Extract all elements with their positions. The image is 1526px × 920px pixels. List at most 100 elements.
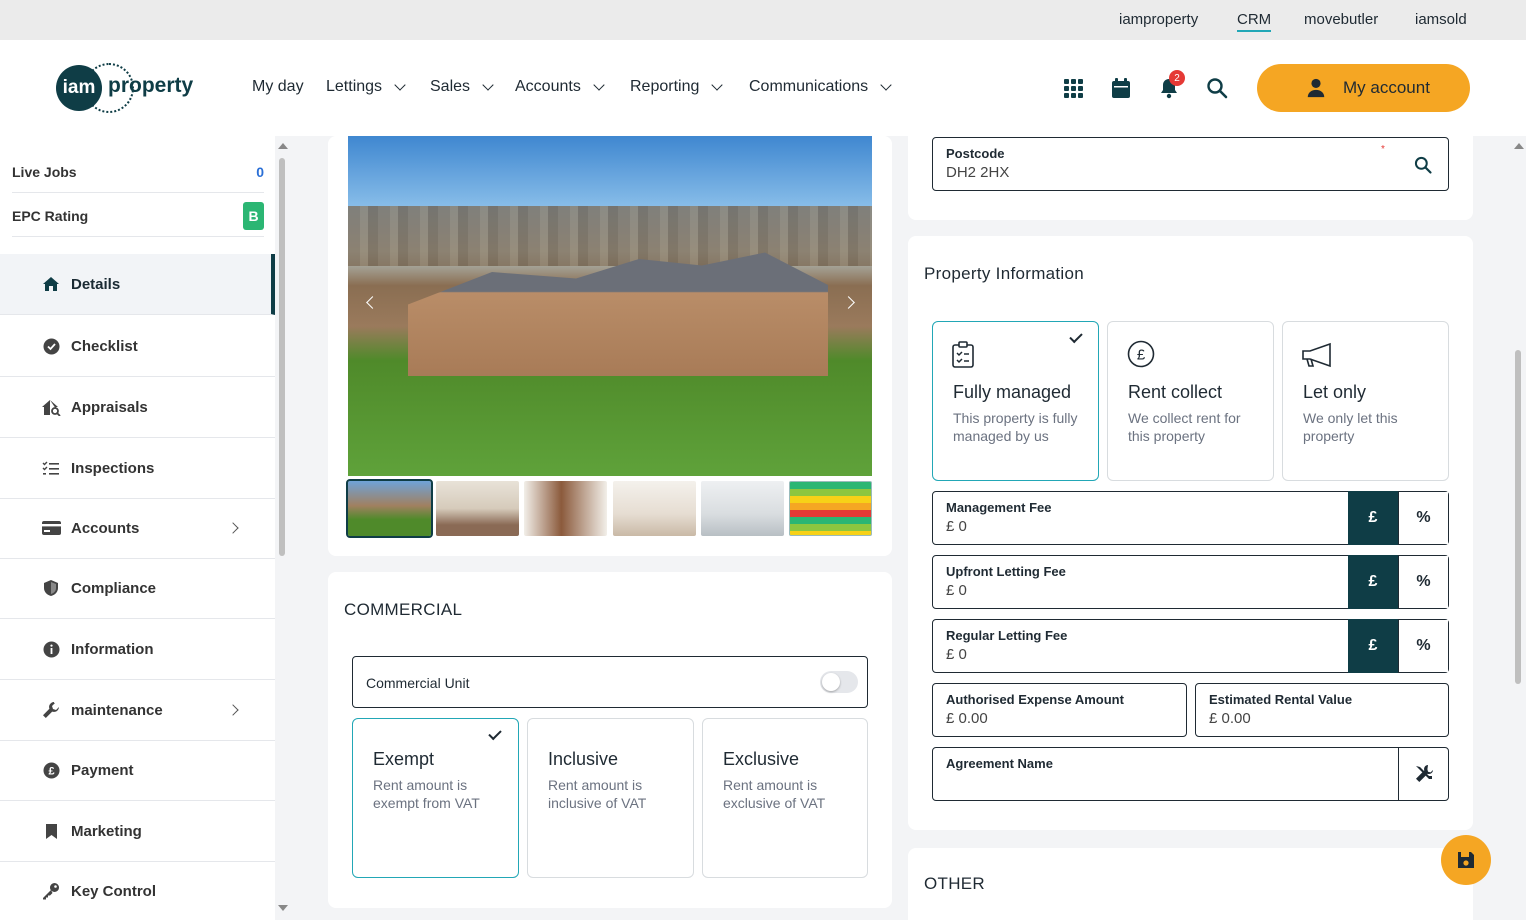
nav-sales[interactable]: Sales (430, 78, 494, 96)
sidebar-scroll-up-arrow[interactable] (278, 143, 288, 149)
postcode-search-icon[interactable] (1413, 155, 1433, 175)
property-main-photo[interactable] (348, 136, 872, 476)
bookmark-icon (40, 822, 62, 840)
page-scrollbar[interactable] (1515, 350, 1521, 684)
commercial-unit-label: Commercial Unit (366, 675, 470, 691)
vat-option-title: Exempt (373, 749, 435, 769)
nav-my-day[interactable]: My day (252, 78, 304, 96)
my-account-button[interactable]: My account (1257, 64, 1470, 112)
nav-accounts[interactable]: Accounts (515, 78, 605, 96)
my-account-label: My account (1343, 78, 1430, 97)
property-sidebar: Live Jobs 0 EPC Rating B Details Checkli… (0, 136, 275, 920)
info-icon (40, 640, 62, 658)
vat-option-exclusive[interactable]: Exclusive Rent amount is exclusive of VA… (702, 718, 868, 878)
vat-option-desc: Rent amount is exclusive of VAT (723, 777, 826, 811)
authorised-expense-value: £ 0.00 (946, 710, 988, 727)
sidebar-item-maintenance[interactable]: maintenance (0, 680, 275, 741)
save-fab-button[interactable] (1441, 835, 1491, 885)
megaphone-icon (1302, 342, 1331, 368)
logo-mark: iam (56, 65, 102, 111)
sidebar-item-details[interactable]: Details (0, 254, 275, 315)
apps-grid-icon[interactable] (1061, 76, 1085, 100)
agreement-name-field[interactable]: Agreement Name (932, 747, 1449, 801)
sidebar-scroll-down-arrow[interactable] (278, 905, 288, 911)
agreement-name-label: Agreement Name (946, 756, 1053, 771)
sidebar-item-label: maintenance (71, 701, 163, 719)
commercial-title: COMMERCIAL (344, 600, 463, 619)
key-icon (40, 882, 62, 900)
regular-fee-pound-button[interactable]: £ (1348, 619, 1398, 673)
photo-thumbnail-3[interactable] (524, 481, 607, 536)
commercial-unit-toggle[interactable] (820, 671, 858, 693)
photo-treeline (348, 206, 872, 266)
estimated-rental-value-field[interactable]: Estimated Rental Value £ 0.00 (1195, 683, 1449, 737)
authorised-expense-field[interactable]: Authorised Expense Amount £ 0.00 (932, 683, 1187, 737)
chevron-right-icon (227, 704, 239, 716)
photo-thumbnail-1[interactable] (346, 479, 433, 538)
postcode-label: Postcode (946, 146, 1005, 161)
nav-reporting-label: Reporting (630, 78, 700, 95)
management-option-title: Let only (1303, 382, 1367, 402)
epc-certificate-thumbnail[interactable] (789, 481, 872, 536)
brand-link-crm[interactable]: CRM (1237, 11, 1272, 32)
brand-link-iamproperty[interactable]: iamproperty (1119, 11, 1198, 28)
sidebar-item-label: Accounts (71, 519, 140, 537)
house-search-icon (40, 398, 62, 416)
nav-sales-label: Sales (430, 78, 471, 95)
brand-link-movebutler[interactable]: movebutler (1304, 11, 1378, 28)
live-jobs-count: 0 (256, 163, 264, 180)
calendar-icon[interactable] (1109, 76, 1133, 100)
sidebar-item-label: Checklist (71, 337, 138, 355)
iamproperty-logo[interactable]: iam property (56, 63, 216, 113)
user-icon (1307, 78, 1325, 98)
nav-accounts-label: Accounts (515, 78, 581, 95)
floppy-disk-icon (1458, 852, 1474, 868)
sidebar-item-label: Key Control (71, 882, 157, 900)
regular-fee-percent-button[interactable]: % (1398, 620, 1448, 672)
nav-communications[interactable]: Communications (749, 78, 892, 96)
vat-option-exempt[interactable]: Exempt Rent amount is exempt from VAT (352, 718, 519, 878)
upfront-fee-pound-button[interactable]: £ (1348, 555, 1398, 609)
svg-text:£: £ (48, 765, 54, 777)
sidebar-item-compliance[interactable]: Compliance (0, 558, 275, 619)
sidebar-item-key-control[interactable]: Key Control (0, 861, 275, 920)
sidebar-item-checklist[interactable]: Checklist (0, 316, 275, 377)
chevron-down-icon (880, 79, 892, 91)
wrench-icon (40, 701, 62, 719)
management-fee-percent-button[interactable]: % (1398, 492, 1448, 544)
notifications-badge: 2 (1169, 70, 1185, 86)
photo-thumbnail-4[interactable] (613, 481, 696, 536)
sidebar-item-label: Inspections (71, 459, 155, 477)
photo-prev-arrow-icon[interactable] (366, 296, 379, 309)
sidebar-item-information[interactable]: Information (0, 619, 275, 680)
sidebar-scrollbar[interactable] (279, 158, 285, 556)
sidebar-item-accounts[interactable]: Accounts (0, 498, 275, 559)
search-icon[interactable] (1205, 76, 1229, 100)
management-fee-pound-button[interactable]: £ (1348, 491, 1398, 545)
photo-next-arrow-icon[interactable] (842, 296, 855, 309)
photo-thumbnail-5[interactable] (701, 481, 784, 536)
live-jobs-row[interactable]: Live Jobs 0 (12, 151, 264, 193)
sidebar-item-appraisals[interactable]: Appraisals (0, 377, 275, 438)
vat-option-inclusive[interactable]: Inclusive Rent amount is inclusive of VA… (527, 718, 694, 878)
epc-rating-row: EPC Rating B (12, 195, 264, 237)
chevron-down-icon (482, 79, 494, 91)
brand-link-iamsold[interactable]: iamsold (1415, 11, 1467, 28)
sidebar-item-marketing[interactable]: Marketing (0, 801, 275, 862)
commercial-unit-row: Commercial Unit (352, 656, 868, 708)
postcode-field[interactable]: Postcode DH2 2HX * (932, 137, 1449, 191)
upfront-fee-percent-button[interactable]: % (1398, 556, 1448, 608)
nav-reporting[interactable]: Reporting (630, 78, 724, 96)
live-jobs-label: Live Jobs (12, 163, 77, 180)
agreement-tools-button[interactable] (1398, 748, 1448, 800)
nav-lettings[interactable]: Lettings (326, 78, 406, 96)
vat-option-desc: Rent amount is inclusive of VAT (548, 777, 647, 811)
sidebar-item-payment[interactable]: £ Payment (0, 740, 275, 801)
photo-thumbnail-2[interactable] (436, 481, 519, 536)
sidebar-item-inspections[interactable]: Inspections (0, 438, 275, 499)
epc-rating-badge: B (243, 201, 264, 230)
postcode-value: DH2 2HX (946, 164, 1010, 181)
vat-option-title: Exclusive (723, 749, 800, 769)
other-card (908, 848, 1473, 920)
page-scroll-up-arrow[interactable] (1514, 143, 1524, 149)
